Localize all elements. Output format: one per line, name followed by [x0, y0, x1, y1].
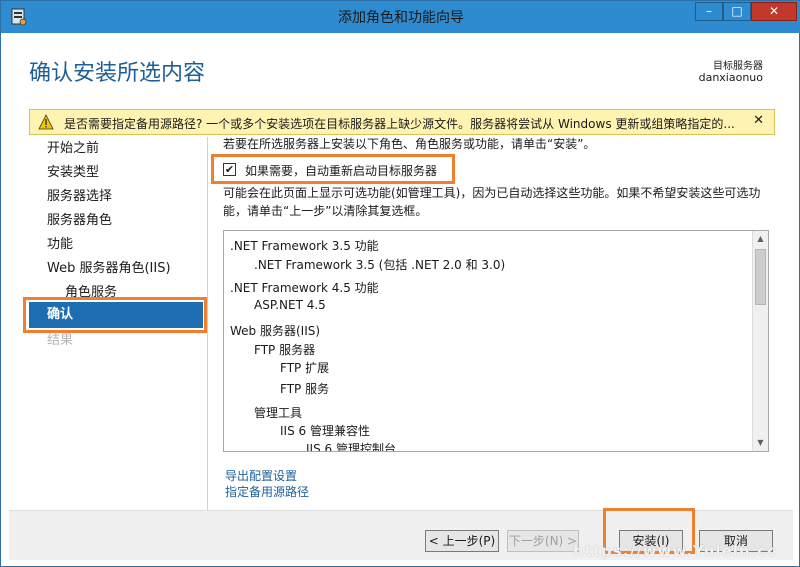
nav-item-server-roles[interactable]: 服务器角色 [47, 209, 112, 229]
features-list-content: .NET Framework 3.5 功能 .NET Framework 3.5… [224, 231, 754, 451]
nav-item-installation-type[interactable]: 安装类型 [47, 161, 99, 181]
previous-button[interactable]: < 上一步(P) [425, 530, 499, 552]
list-item: ASP.NET 4.5 [254, 298, 326, 312]
nav-divider [207, 137, 208, 512]
warning-text: 是否需要指定备用源路径? 一个或多个安装选项在目标服务器上缺少源文件。服务器将尝… [64, 117, 735, 131]
intro-text: 若要在所选服务器上安装以下角色、角色服务或功能，请单击“安装”。 [223, 137, 596, 151]
features-scrollbar[interactable]: ▲ ▼ [752, 231, 768, 451]
title-bar[interactable]: 添加角色和功能向导 – □ ✕ [1, 1, 800, 33]
watermark: https://www.Yuleln.cc [573, 542, 778, 560]
next-button: 下一步(N) > [507, 530, 579, 552]
list-item: IIS 6 管理兼容性 [280, 424, 370, 438]
optional-features-note: 可能会在此页面上显示可选功能(如管理工具)，因为已自动选择这些功能。如果不希望安… [223, 186, 761, 218]
list-item: FTP 服务器 [254, 343, 316, 357]
maximize-button[interactable]: □ [723, 2, 751, 21]
nav-highlight-box [23, 297, 207, 333]
export-config-link[interactable]: 导出配置设置 [225, 467, 297, 484]
scroll-thumb[interactable] [755, 249, 766, 305]
page-title: 确认安装所选内容 [29, 61, 206, 86]
close-button[interactable]: ✕ [751, 2, 797, 21]
list-item: Web 服务器(IIS) [230, 324, 321, 338]
window-title: 添加角色和功能向导 [338, 10, 464, 26]
checkbox-highlight-box [211, 154, 455, 184]
nav-item-before-you-begin[interactable]: 开始之前 [47, 137, 99, 157]
warning-banner[interactable]: 是否需要指定备用源路径? 一个或多个安装选项在目标服务器上缺少源文件。服务器将尝… [29, 109, 775, 135]
list-item: .NET Framework 3.5 功能 [230, 239, 379, 253]
list-item: 管理工具 [254, 406, 303, 420]
list-item: .NET Framework 3.5 (包括 .NET 2.0 和 3.0) [254, 258, 506, 272]
nav-item-features[interactable]: 功能 [47, 233, 73, 253]
list-item: FTP 扩展 [280, 361, 330, 375]
wizard-window: 添加角色和功能向导 – □ ✕ 确认安装所选内容 目标服务器 danxiaonu… [0, 0, 800, 567]
list-item: .NET Framework 4.5 功能 [230, 281, 379, 295]
features-list[interactable]: .NET Framework 3.5 功能 .NET Framework 3.5… [223, 230, 769, 452]
list-item: IIS 6 管理控制台 [306, 442, 396, 451]
list-item: FTP 服务 [280, 382, 330, 396]
nav-item-server-selection[interactable]: 服务器选择 [47, 185, 112, 205]
nav-item-web-server-role[interactable]: Web 服务器角色(IIS) [47, 257, 171, 277]
warning-close-icon[interactable]: ✕ [753, 113, 764, 128]
warning-icon [38, 114, 54, 130]
scroll-down-icon[interactable]: ▼ [753, 435, 768, 451]
target-server-label: 目标服务器 [713, 61, 763, 72]
wizard-header: 确认安装所选内容 目标服务器 danxiaonuo [9, 33, 793, 103]
scroll-up-icon[interactable]: ▲ [753, 231, 768, 247]
target-server-name: danxiaonuo [698, 71, 763, 84]
alt-source-link[interactable]: 指定备用源路径 [225, 483, 309, 500]
minimize-button[interactable]: – [695, 2, 723, 21]
